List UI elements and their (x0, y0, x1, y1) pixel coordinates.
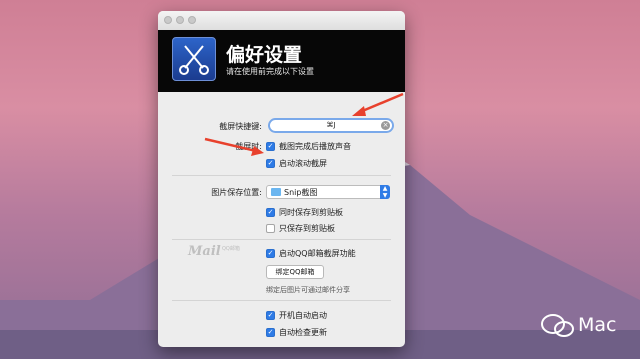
scroll-capture-label: 启动滚动截屏 (279, 159, 327, 168)
shortcut-label: 截屏快捷键: (219, 122, 262, 131)
launch-at-login-label: 开机自动启动 (279, 311, 327, 320)
shortcut-field[interactable]: ⌘J × (268, 118, 394, 133)
preferences-window: 偏好设置 请在使用前完成以下设置 截屏快捷键: ⌘J × 截屏时: ✓ 截图完成… (158, 11, 405, 347)
section-divider (172, 175, 391, 176)
auto-update-label: 自动检查更新 (279, 328, 327, 337)
bind-qq-mail-button[interactable]: 绑定QQ邮箱 (266, 265, 324, 279)
folder-icon (271, 188, 281, 196)
save-folder-value: Snip截图 (284, 188, 318, 197)
also-clipboard-label: 同时保存到剪贴板 (279, 208, 343, 217)
preferences-content: 截屏快捷键: ⌘J × 截屏时: ✓ 截图完成后播放声音 ✓ 启动滚动截屏 图片… (158, 92, 405, 347)
checkbox-checked-icon[interactable]: ✓ (266, 311, 275, 320)
qq-mail-logo: Mail QQ邮箱 (188, 244, 256, 260)
scroll-capture-checkbox[interactable]: ✓ 启动滚动截屏 (266, 158, 327, 169)
play-sound-label: 截图完成后播放声音 (279, 142, 351, 151)
clear-shortcut-icon[interactable]: × (381, 121, 390, 130)
checkbox-checked-icon[interactable]: ✓ (266, 208, 275, 217)
save-folder-select[interactable]: Snip截图 ▲ ▼ (266, 185, 390, 199)
window-title: 偏好设置 (226, 44, 303, 66)
title-bar (158, 11, 405, 31)
qq-mail-capture-checkbox[interactable]: ✓ 启动QQ邮箱截屏功能 (266, 248, 356, 259)
window-header: 偏好设置 请在使用前完成以下设置 (158, 30, 405, 92)
auto-update-checkbox[interactable]: ✓ 自动检查更新 (266, 327, 327, 338)
checkbox-checked-icon[interactable]: ✓ (266, 159, 275, 168)
also-clipboard-checkbox[interactable]: ✓ 同时保存到剪贴板 (266, 207, 343, 218)
only-clipboard-checkbox[interactable]: 只保存到剪贴板 (266, 223, 335, 234)
checkbox-checked-icon[interactable]: ✓ (266, 249, 275, 258)
save-location-label: 图片保存位置: (211, 188, 262, 197)
scissors-icon (172, 37, 216, 81)
shortcut-value: ⌘J (326, 121, 336, 129)
capture-label: 截屏时: (235, 142, 262, 151)
checkbox-checked-icon[interactable]: ✓ (266, 142, 275, 151)
zoom-window-button[interactable] (188, 16, 196, 24)
wechat-watermark: Mac (540, 312, 635, 342)
wechat-icon (541, 314, 574, 337)
bind-hint-text: 绑定后图片可通过邮件分享 (266, 286, 350, 294)
qq-mail-capture-label: 启动QQ邮箱截屏功能 (279, 249, 356, 258)
minimize-window-button[interactable] (176, 16, 184, 24)
checkbox-unchecked-icon[interactable] (266, 224, 275, 233)
select-arrows-icon[interactable]: ▲ ▼ (380, 185, 390, 199)
launch-at-login-checkbox[interactable]: ✓ 开机自动启动 (266, 310, 327, 321)
section-divider (172, 300, 391, 301)
mail-logo-subtext: QQ邮箱 (222, 246, 240, 252)
section-divider (172, 239, 391, 240)
close-window-button[interactable] (164, 16, 172, 24)
mail-logo-text: Mail (188, 244, 221, 259)
window-subtitle: 请在使用前完成以下设置 (226, 67, 314, 76)
only-clipboard-label: 只保存到剪贴板 (279, 224, 335, 233)
checkbox-checked-icon[interactable]: ✓ (266, 328, 275, 337)
watermark-text: Mac (578, 314, 617, 336)
play-sound-checkbox[interactable]: ✓ 截图完成后播放声音 (266, 141, 351, 152)
